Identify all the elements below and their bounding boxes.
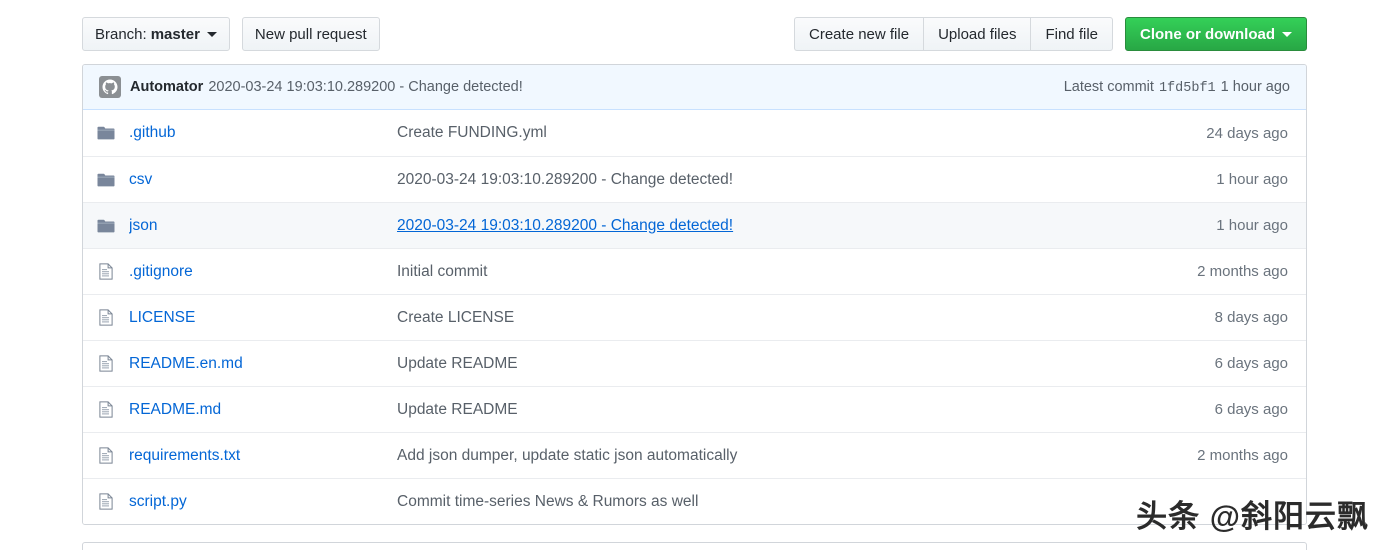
table-row[interactable]: LICENSE Create LICENSE 8 days ago <box>83 294 1306 340</box>
branch-name-label: master <box>150 25 200 43</box>
file-name-link[interactable]: README.md <box>129 401 397 419</box>
file-icon <box>83 447 129 464</box>
chevron-down-icon <box>206 31 217 37</box>
table-row[interactable]: script.py Commit time-series News & Rumor… <box>83 478 1306 524</box>
folder-icon <box>83 125 129 141</box>
table-row[interactable]: requirements.txt Add json dumper, update … <box>83 432 1306 478</box>
readme-panel <box>82 542 1307 550</box>
table-row[interactable]: README.md Update README 6 days ago <box>83 386 1306 432</box>
file-list-container: Automator 2020-03-24 19:03:10.289200 - C… <box>82 64 1307 525</box>
file-name-link[interactable]: requirements.txt <box>129 447 397 465</box>
latest-commit-meta: Latest commit 1fd5bf1 1 hour ago <box>1064 79 1290 96</box>
latest-commit-label: Latest commit <box>1063 78 1154 95</box>
file-name-link[interactable]: .github <box>129 124 397 142</box>
file-icon <box>83 493 129 510</box>
chevron-down-icon <box>1282 31 1292 37</box>
create-new-file-button[interactable]: Create new file <box>794 17 924 51</box>
new-pull-request-label: New pull request <box>254 25 367 43</box>
commit-message-link[interactable]: Update README <box>397 355 1136 373</box>
commit-age: 6 days ago <box>1214 355 1288 372</box>
file-icon <box>83 263 129 280</box>
commit-author-name[interactable]: Automator <box>130 79 203 95</box>
commit-message-link[interactable]: Update README <box>397 401 1136 419</box>
avatar <box>99 76 121 98</box>
repo-toolbar: Branch: master New pull request Create n… <box>82 17 1307 53</box>
commit-sha[interactable]: 1fd5bf1 <box>1159 81 1216 96</box>
clone-or-download-label: Clone or download <box>1140 25 1275 43</box>
file-name-link[interactable]: json <box>129 217 397 235</box>
commit-age: 1 hour ago <box>1216 217 1288 234</box>
branch-prefix-label: Branch: <box>95 25 147 43</box>
file-actions-group: Create new file Upload files Find file <box>794 17 1113 51</box>
table-row[interactable]: README.en.md Update README 6 days ago <box>83 340 1306 386</box>
toolbar-left-group: Branch: master New pull request <box>82 17 380 51</box>
folder-icon <box>83 218 129 234</box>
commit-message-link[interactable]: Commit time-series News & Rumors as well <box>397 493 1136 511</box>
upload-files-button[interactable]: Upload files <box>923 17 1031 51</box>
new-pull-request-button[interactable]: New pull request <box>241 17 380 51</box>
commit-message-link[interactable]: Create FUNDING.yml <box>397 124 1136 142</box>
table-row[interactable]: csv 2020-03-24 19:03:10.289200 - Change d… <box>83 156 1306 202</box>
commit-age: 2 months ago <box>1197 263 1288 280</box>
commit-message-link[interactable]: Add json dumper, update static json auto… <box>397 447 1136 465</box>
file-name-link[interactable]: LICENSE <box>129 309 397 327</box>
file-name-link[interactable]: csv <box>129 171 397 189</box>
upload-files-label: Upload files <box>938 25 1017 43</box>
commit-age: 24 days ago <box>1206 124 1288 142</box>
latest-commit-age: 1 hour ago <box>1220 78 1290 95</box>
file-icon <box>83 309 129 326</box>
clone-or-download-button[interactable]: Clone or download <box>1125 17 1307 51</box>
toolbar-right-group: Create new file Upload files Find file C… <box>794 17 1307 51</box>
commit-message-link[interactable]: Create LICENSE <box>397 309 1136 327</box>
create-new-file-label: Create new file <box>809 25 910 43</box>
commit-message-link[interactable]: Initial commit <box>397 263 1136 281</box>
commit-message-link[interactable]: 2020-03-24 19:03:10.289200 - Change dete… <box>397 217 1136 235</box>
file-icon <box>83 355 129 372</box>
file-rows: .github Create FUNDING.yml 24 days ago csv 2… <box>83 110 1306 524</box>
file-icon <box>83 401 129 418</box>
latest-commit-bar: Automator 2020-03-24 19:03:10.289200 - C… <box>83 65 1306 110</box>
file-name-link[interactable]: README.en.md <box>129 355 397 373</box>
commit-age: 6 days ago <box>1214 401 1288 418</box>
file-name-link[interactable]: script.py <box>129 493 397 511</box>
find-file-button[interactable]: Find file <box>1030 17 1113 51</box>
commit-age: 2 months ago <box>1197 447 1288 464</box>
table-row[interactable]: .gitignore Initial commit 2 months ago <box>83 248 1306 294</box>
folder-icon <box>83 172 129 188</box>
table-row[interactable]: .github Create FUNDING.yml 24 days ago <box>83 110 1306 156</box>
file-name-link[interactable]: .gitignore <box>129 263 397 281</box>
repository-file-browser: Branch: master New pull request Create n… <box>0 0 1377 550</box>
table-row[interactable]: json 2020-03-24 19:03:10.289200 - Change … <box>83 202 1306 248</box>
branch-selector-button[interactable]: Branch: master <box>82 17 230 51</box>
commit-message-link[interactable]: 2020-03-24 19:03:10.289200 - Change dete… <box>397 171 1136 189</box>
commit-age: 1 hour ago <box>1216 171 1288 188</box>
find-file-label: Find file <box>1045 25 1098 43</box>
commit-age: 8 days ago <box>1214 309 1288 326</box>
latest-commit-message[interactable]: 2020-03-24 19:03:10.289200 - Change dete… <box>208 79 522 95</box>
